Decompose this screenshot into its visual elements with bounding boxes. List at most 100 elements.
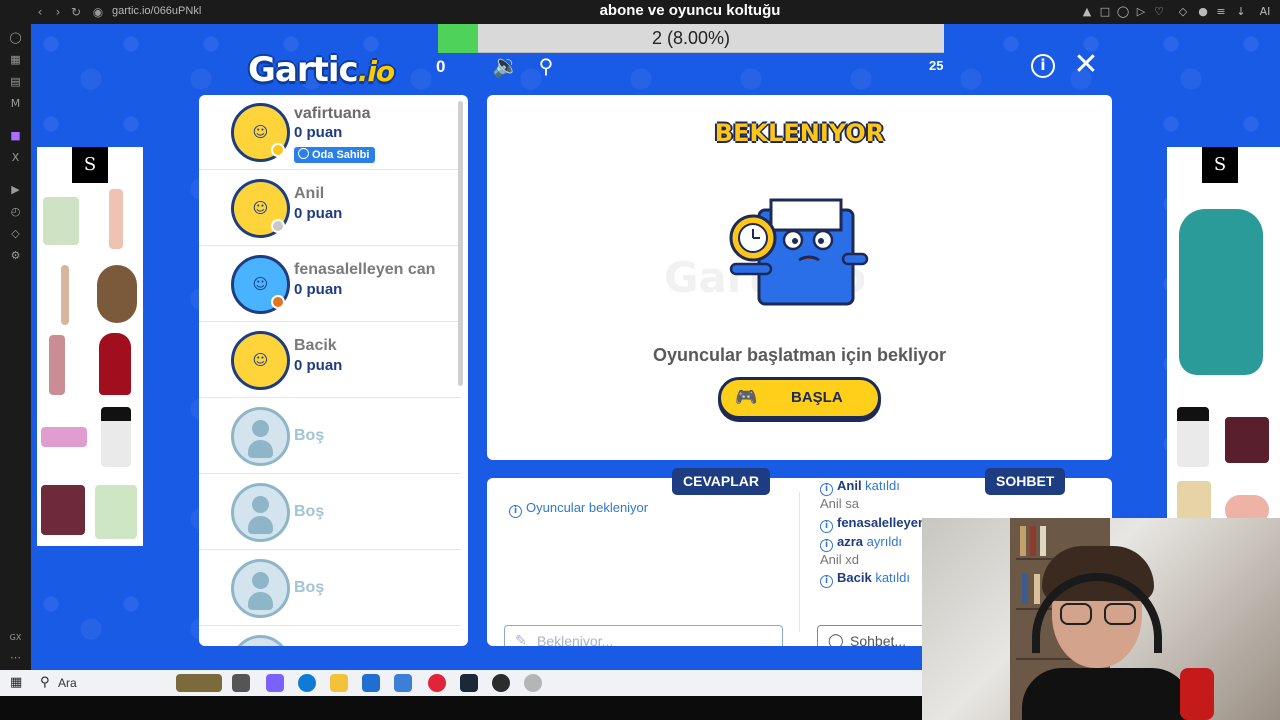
empty-avatar-icon bbox=[231, 483, 290, 542]
ad-product bbox=[41, 485, 85, 535]
sidebar-shop-icon[interactable]: ▦ bbox=[8, 52, 23, 67]
info-icon: i bbox=[820, 520, 833, 533]
taskbar-search-label[interactable]: Ara bbox=[58, 676, 77, 690]
sidebar-notes-icon[interactable]: ▤ bbox=[8, 74, 23, 89]
browser-topbar: ‹ › ↻ ◉ gartic.io/066uPNkl abone ve oyun… bbox=[0, 0, 1280, 24]
search-icon[interactable]: ⚲ bbox=[40, 675, 50, 690]
extensions-icon[interactable]: ◇ bbox=[1176, 5, 1190, 19]
back-icon[interactable]: ‹ bbox=[32, 4, 48, 20]
share-icon[interactable]: ⚲ bbox=[534, 54, 558, 78]
chat-message: i azra ayrıldı bbox=[820, 534, 902, 552]
ad-product bbox=[49, 335, 65, 395]
sidebar-player-icon[interactable]: ▶ bbox=[8, 182, 23, 197]
chat-message: Anil xd bbox=[820, 552, 860, 567]
answer-input[interactable]: ✎ Bekleniyor... bbox=[504, 625, 783, 646]
shield-icon[interactable]: ◯ bbox=[1116, 5, 1130, 19]
sidebar-messenger-icon[interactable]: M bbox=[8, 96, 23, 111]
owner-icon bbox=[298, 148, 309, 159]
store-icon[interactable] bbox=[362, 674, 380, 692]
player-row[interactable]: ☺ fenasalelleyen can 0 puan bbox=[199, 247, 461, 322]
ad-product bbox=[61, 265, 69, 325]
players-scrollbar[interactable] bbox=[458, 101, 463, 386]
tab-answers[interactable]: CEVAPLAR bbox=[672, 468, 770, 495]
stream-progress-bar: 2 (8.00%) bbox=[438, 24, 944, 53]
left-advertisement[interactable]: S bbox=[37, 147, 143, 546]
ad-product bbox=[97, 265, 137, 323]
download-icon[interactable]: ↓ bbox=[1234, 5, 1248, 19]
ad-brand-logo: S bbox=[72, 147, 108, 183]
play-icon[interactable]: ▷ bbox=[1134, 5, 1148, 19]
reload-icon[interactable]: ↻ bbox=[68, 4, 84, 20]
player-score: 0 puan bbox=[294, 357, 343, 374]
player-row[interactable]: ☺ Bacik 0 puan bbox=[199, 323, 461, 398]
sound-icon[interactable]: 🔉 bbox=[491, 54, 521, 79]
player-name: fenasalelleyen can bbox=[294, 261, 436, 278]
snapshot-icon[interactable]: □ bbox=[1098, 5, 1112, 19]
obs-icon[interactable] bbox=[492, 674, 510, 692]
empty-slot-label: Boş bbox=[294, 503, 325, 520]
app-icon[interactable] bbox=[524, 674, 542, 692]
info-icon: i bbox=[820, 575, 833, 588]
panel-divider bbox=[799, 492, 800, 632]
right-counter: 25 bbox=[929, 58, 944, 73]
pin-icon[interactable]: ▲ bbox=[1080, 5, 1094, 19]
pencil-icon: ✎ bbox=[515, 633, 527, 646]
chat-message: i Bacik katıldı bbox=[820, 570, 910, 588]
file-explorer-icon[interactable] bbox=[330, 674, 348, 692]
heart-icon[interactable]: ♡ bbox=[1152, 5, 1166, 19]
chat-message: i fenasalelleyen c bbox=[820, 515, 937, 533]
ad-product bbox=[95, 485, 137, 539]
gartic-logo: Gartic.io bbox=[248, 50, 395, 90]
sidebar-x-icon[interactable]: X bbox=[8, 150, 23, 165]
player-status-dot bbox=[271, 295, 285, 309]
close-icon[interactable]: ✕ bbox=[1071, 50, 1101, 80]
logo-text: Gartic bbox=[248, 50, 359, 90]
taskbar-widget-icon[interactable] bbox=[176, 674, 222, 692]
info-icon: i bbox=[509, 505, 522, 518]
windows-start-icon[interactable]: ▦ bbox=[10, 676, 24, 690]
player-row[interactable]: ☺ vafirtuana 0 puan Oda Sahibi bbox=[199, 95, 461, 170]
sidebar-twitch-icon[interactable]: ■ bbox=[8, 128, 23, 143]
steam-icon[interactable] bbox=[460, 674, 478, 692]
task-view-icon[interactable] bbox=[232, 674, 250, 692]
edge-icon[interactable] bbox=[298, 674, 316, 692]
waiting-title: BEKLENIYOR bbox=[714, 119, 885, 147]
forward-icon[interactable]: › bbox=[50, 4, 66, 20]
gamepad-icon: 🎮 bbox=[735, 387, 758, 408]
tab-chat[interactable]: SOHBET bbox=[985, 468, 1066, 495]
mail-icon[interactable] bbox=[394, 674, 412, 692]
empty-slot-label: Boş bbox=[294, 427, 325, 444]
ad-product bbox=[109, 189, 123, 249]
right-advertisement[interactable]: S bbox=[1167, 147, 1280, 546]
waiting-mascot-illustration bbox=[729, 198, 869, 306]
player-name: Bacik bbox=[294, 337, 337, 354]
streamer-figure bbox=[1022, 546, 1192, 720]
ai-icon[interactable]: AI bbox=[1254, 5, 1276, 19]
sidebar-history-icon[interactable]: ◴ bbox=[8, 204, 23, 219]
ad-product bbox=[101, 407, 131, 467]
copilot-icon[interactable] bbox=[266, 674, 284, 692]
profile-icon[interactable]: ● bbox=[1196, 5, 1210, 19]
waiting-panel: BEKLENIYOR Gartic.io Oyuncular başlatman… bbox=[487, 95, 1112, 460]
player-status-dot bbox=[271, 219, 285, 233]
opera-gx-icon[interactable] bbox=[428, 674, 446, 692]
sidebar-home-icon[interactable]: ◯ bbox=[8, 30, 23, 45]
player-name: vafirtuana bbox=[294, 105, 371, 122]
empty-slot: Boş bbox=[199, 551, 461, 626]
info-icon[interactable]: i bbox=[1031, 54, 1055, 78]
empty-avatar-icon bbox=[231, 635, 290, 646]
settings-icon[interactable]: ≡ bbox=[1214, 5, 1228, 19]
ad-product bbox=[1179, 209, 1263, 375]
players-panel: ☺ vafirtuana 0 puan Oda Sahibi ☺ Anil 0 … bbox=[199, 95, 468, 646]
stream-overlay-title: abone ve oyuncu koltuğu bbox=[599, 2, 781, 19]
sidebar-settings-icon[interactable]: ⚙ bbox=[8, 248, 23, 263]
screen-bottom-edge bbox=[0, 696, 922, 720]
sidebar-gx-label: GX bbox=[9, 633, 22, 642]
player-row[interactable]: ☺ Anil 0 puan bbox=[199, 171, 461, 246]
sidebar-more-icon[interactable]: ⋯ bbox=[8, 650, 23, 665]
sidebar-extensions-icon[interactable]: ◇ bbox=[8, 226, 23, 241]
address-bar[interactable]: gartic.io/066uPNkl bbox=[112, 5, 201, 17]
start-button[interactable]: 🎮 BAŞLA bbox=[718, 377, 881, 419]
ad-product bbox=[41, 427, 87, 447]
empty-slot: Boş bbox=[199, 399, 461, 474]
